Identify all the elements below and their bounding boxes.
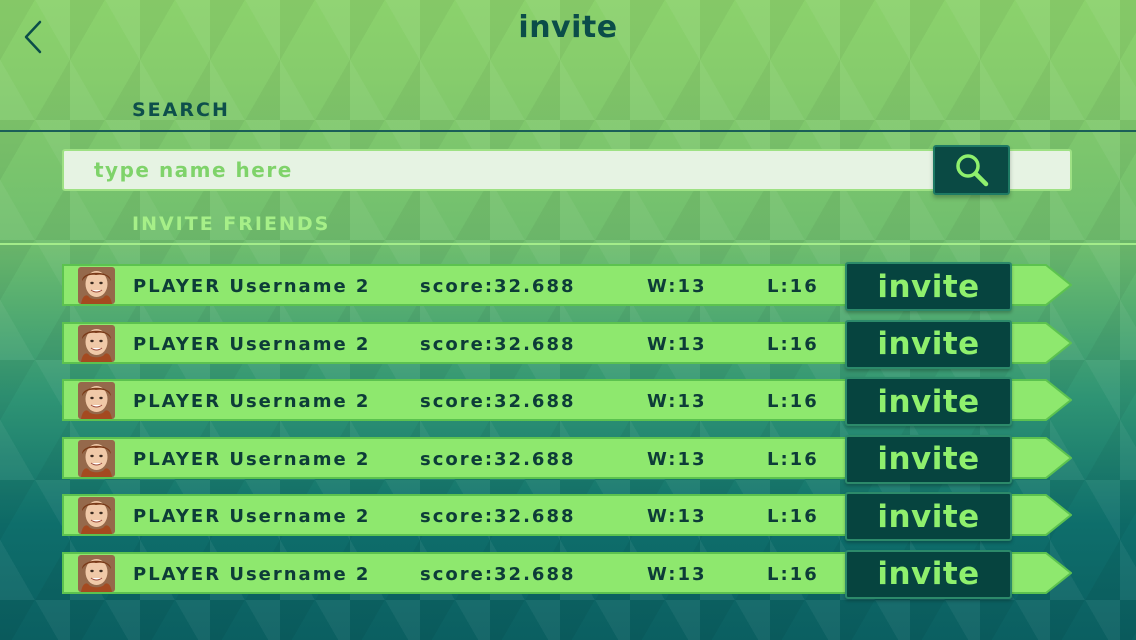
player-wins: W:13	[647, 506, 707, 527]
friend-row: PLAYER Username 2 score:32.688 W:13 L:16…	[62, 549, 1074, 599]
player-wins: W:13	[647, 276, 707, 297]
avatar-photo	[78, 497, 115, 534]
player-name: PLAYER Username 2	[133, 506, 371, 527]
player-losses: L:16	[767, 506, 819, 527]
avatar-photo	[78, 554, 115, 592]
friend-list: PLAYER Username 2 score:32.688 W:13 L:16…	[62, 262, 1074, 607]
avatar-photo	[78, 382, 115, 419]
player-score: score:32.688	[420, 448, 576, 470]
player-score: score:32.688	[420, 563, 576, 585]
friend-row: PLAYER Username 2 score:32.688 W:13 L:16…	[62, 492, 1074, 541]
invite-button[interactable]: invite	[845, 377, 1012, 426]
search-bar	[62, 149, 1072, 191]
avatar	[78, 267, 115, 304]
player-losses: L:16	[767, 276, 819, 297]
player-score: score:32.688	[420, 391, 576, 412]
player-wins: W:13	[647, 391, 707, 412]
avatar	[78, 382, 115, 419]
friend-row: PLAYER Username 2 score:32.688 W:13 L:16…	[62, 434, 1074, 484]
friend-row: PLAYER Username 2 score:32.688 W:13 L:16…	[62, 319, 1074, 369]
player-name: PLAYER Username 2	[133, 276, 371, 297]
player-wins: W:13	[647, 448, 707, 470]
avatar	[78, 324, 115, 362]
player-losses: L:16	[767, 563, 819, 585]
player-name: PLAYER Username 2	[133, 563, 371, 585]
friend-row: PLAYER Username 2 score:32.688 W:13 L:16…	[62, 262, 1074, 311]
avatar-photo	[78, 267, 115, 304]
friend-row: PLAYER Username 2 score:32.688 W:13 L:16…	[62, 377, 1074, 426]
player-wins: W:13	[647, 563, 707, 585]
player-score: score:32.688	[420, 506, 576, 527]
search-section-label: SEARCH	[132, 99, 230, 121]
avatar-photo	[78, 439, 115, 477]
player-losses: L:16	[767, 391, 819, 412]
avatar	[78, 554, 115, 592]
search-input[interactable]	[94, 151, 924, 189]
avatar-photo	[78, 324, 115, 362]
player-score: score:32.688	[420, 276, 576, 297]
divider	[0, 243, 1136, 245]
invite-button[interactable]: invite	[845, 549, 1012, 599]
avatar	[78, 497, 115, 534]
invite-friends-label: INVITE FRIENDS	[132, 213, 331, 235]
player-losses: L:16	[767, 333, 819, 355]
magnifier-icon	[955, 154, 988, 187]
player-score: score:32.688	[420, 333, 576, 355]
player-name: PLAYER Username 2	[133, 391, 371, 412]
player-name: PLAYER Username 2	[133, 333, 371, 355]
divider	[0, 130, 1136, 132]
invite-button[interactable]: invite	[845, 262, 1012, 311]
player-wins: W:13	[647, 333, 707, 355]
invite-button[interactable]: invite	[845, 319, 1012, 369]
page-title: invite	[518, 10, 618, 45]
player-losses: L:16	[767, 448, 819, 470]
invite-button[interactable]: invite	[845, 492, 1012, 541]
invite-button[interactable]: invite	[845, 434, 1012, 484]
player-name: PLAYER Username 2	[133, 448, 371, 470]
search-button[interactable]	[933, 145, 1010, 195]
avatar	[78, 439, 115, 477]
